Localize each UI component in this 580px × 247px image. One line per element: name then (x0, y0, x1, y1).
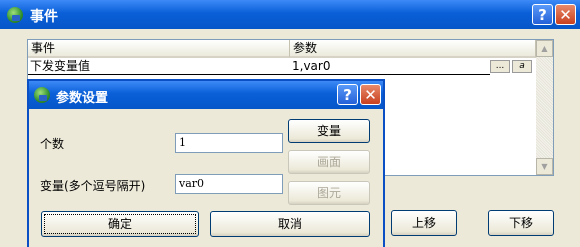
help-button[interactable]: ? (532, 4, 553, 25)
browse-button[interactable]: ... (490, 60, 510, 73)
dialog-title: 参数设置 (56, 91, 109, 106)
dialog-app-icon (34, 87, 50, 103)
scroll-down-icon[interactable]: ▼ (536, 158, 553, 175)
move-down-button[interactable]: 下移 (488, 210, 554, 236)
ok-button[interactable]: 确定 (41, 211, 199, 237)
dialog-help-button[interactable]: ? (337, 84, 358, 105)
move-up-button[interactable]: 上移 (391, 210, 457, 236)
count-input[interactable]: 1 (175, 133, 283, 153)
variable-button[interactable]: 变量 (288, 119, 370, 143)
app-icon (7, 7, 23, 23)
count-label: 个数 (40, 137, 65, 151)
param-cell[interactable]: 1,var0 (290, 59, 490, 75)
window-title: 事件 (30, 9, 58, 25)
text-button[interactable]: a (512, 60, 532, 73)
element-button: 图元 (288, 181, 370, 205)
vertical-scrollbar[interactable]: ▲ ▼ (536, 40, 553, 175)
dialog-title-bar: 参数设置 ? ✕ (29, 81, 383, 109)
title-bar: 事件 ? ✕ (0, 0, 580, 29)
variable-label: 变量(多个逗号隔开) (40, 179, 146, 193)
parameter-dialog: 参数设置 ? ✕ 个数 1 变量(多个逗号隔开) var0 变量 画面 图元 确… (27, 79, 385, 247)
table-row[interactable]: 下发变量值 1,var0 ... a (28, 59, 536, 75)
variable-input[interactable]: var0 (175, 174, 283, 194)
column-header-param[interactable]: 参数 (290, 40, 536, 58)
screen-button: 画面 (288, 150, 370, 174)
scroll-up-icon[interactable]: ▲ (536, 40, 553, 57)
column-header-event[interactable]: 事件 (28, 40, 290, 58)
event-cell[interactable]: 下发变量值 (28, 59, 290, 75)
dialog-close-button[interactable]: ✕ (360, 84, 381, 105)
close-button[interactable]: ✕ (555, 4, 576, 25)
cancel-button[interactable]: 取消 (210, 211, 370, 237)
